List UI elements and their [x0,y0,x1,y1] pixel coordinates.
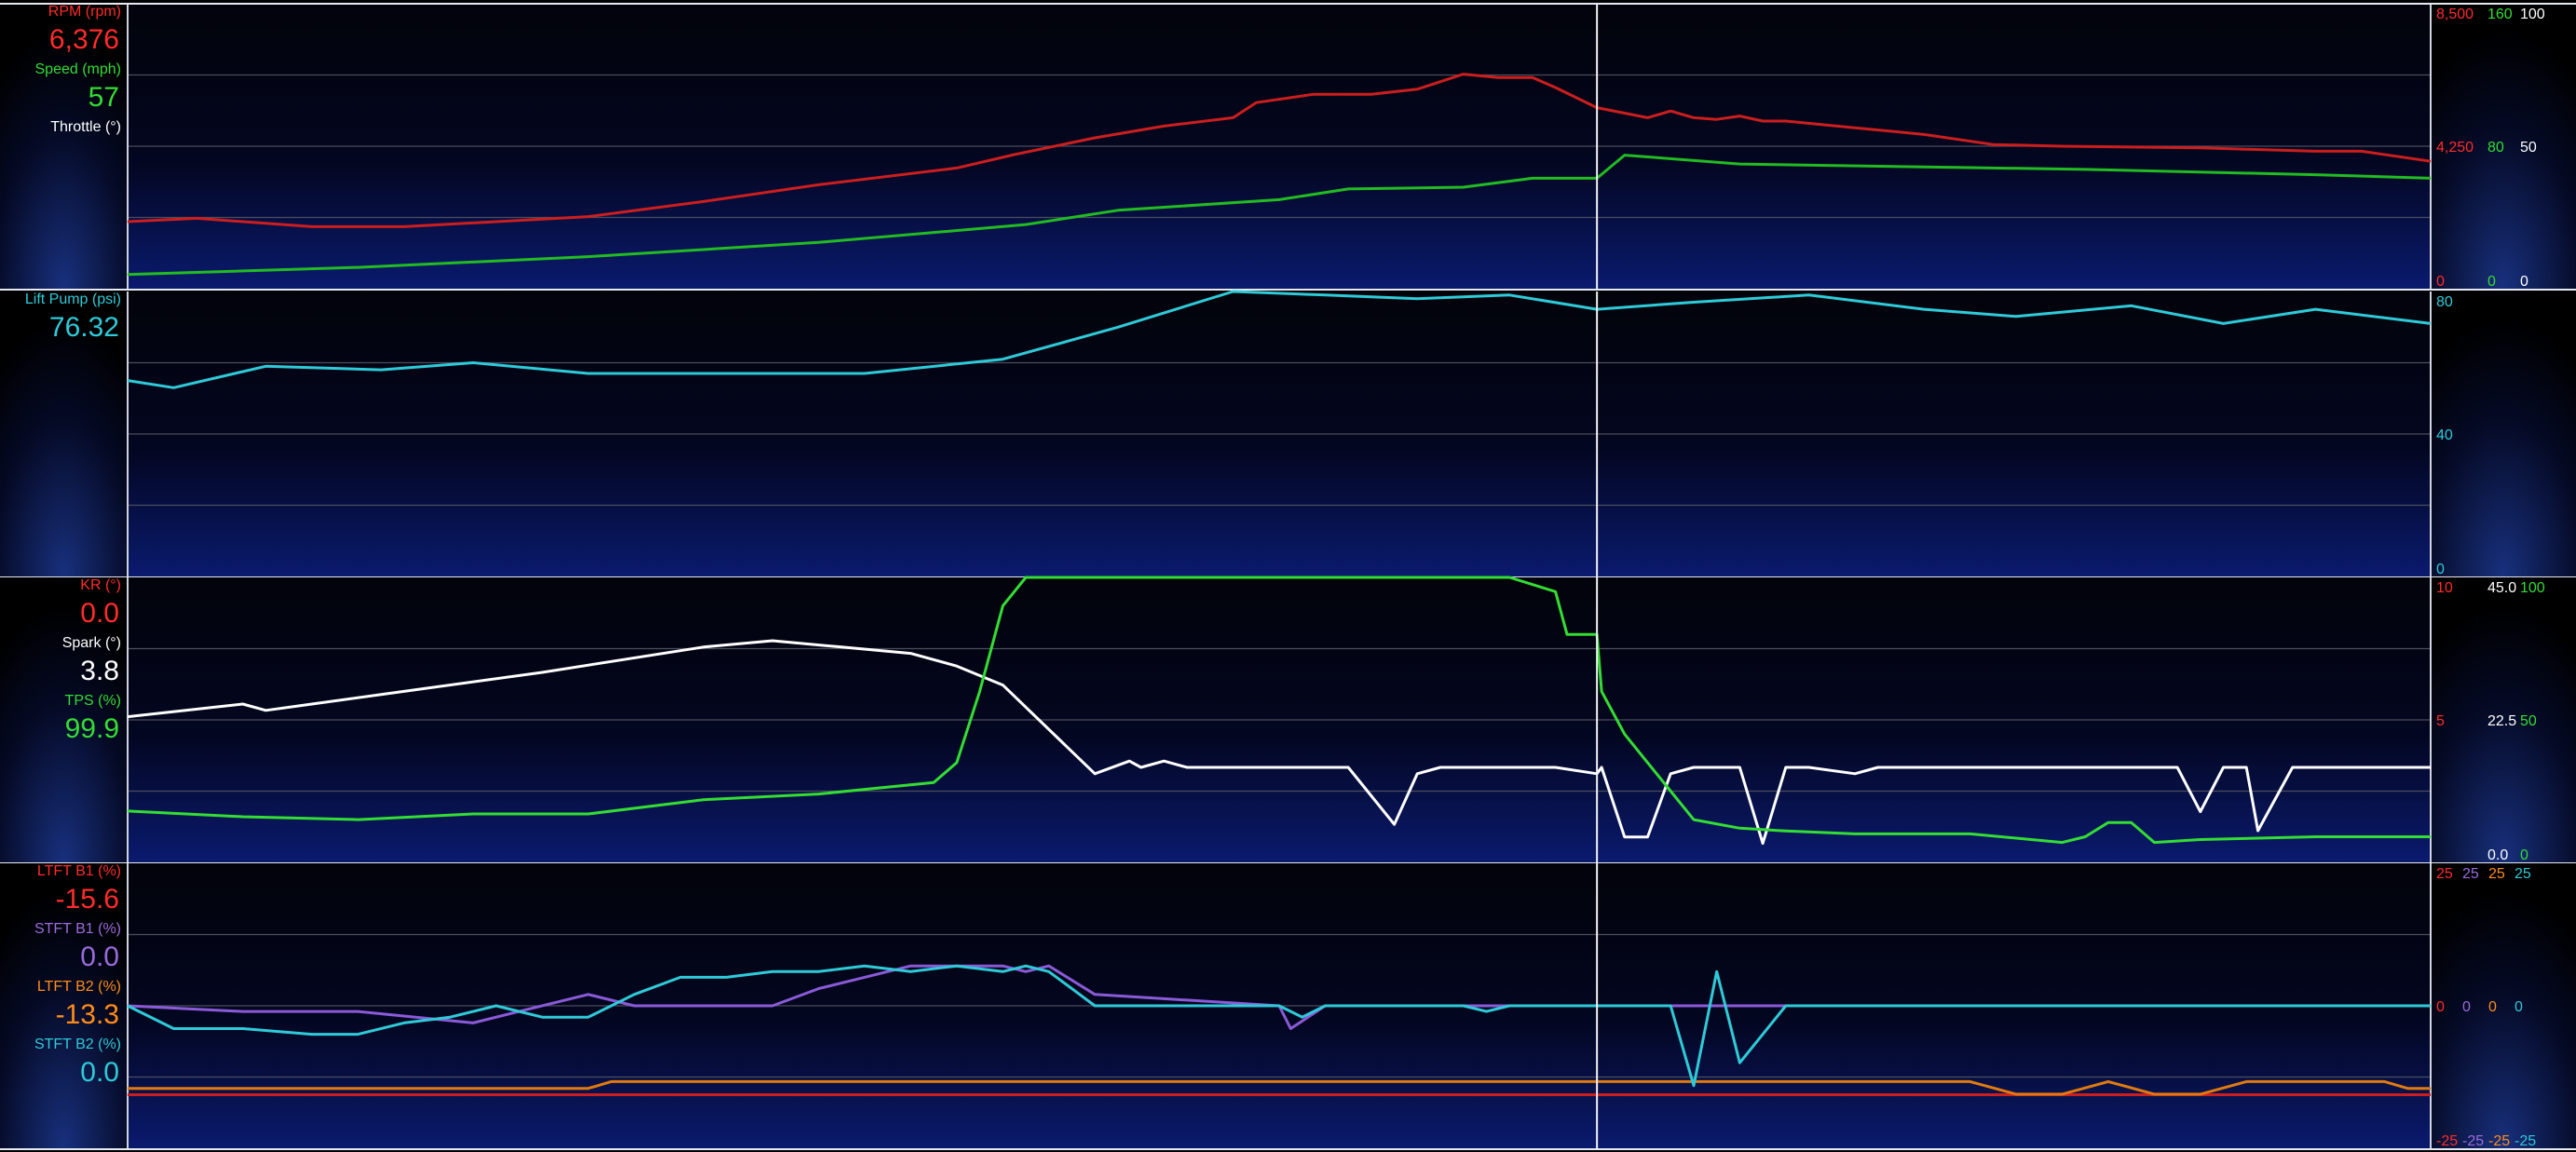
scale-tick-label: 0 [2487,274,2496,290]
channel-value: 0.0 [80,598,119,629]
channel-value: 76.32 [49,312,119,343]
channel-value: 99.9 [65,713,119,744]
scale-tick-label: 0 [2515,999,2523,1015]
channel-name: STFT B1 (%) [34,921,121,937]
chart-panel-3[interactable]: KR (°) 0.0 Spark (°) 3.8 TPS (%) 99.9 10 5 45.0 2… [0,576,2576,864]
channel-value: 0.0 [80,1057,119,1088]
channel-name: Speed (mph) [35,61,122,77]
chart-panel-2[interactable]: Lift Pump (psi) 76.32 80 40 0 [0,290,2576,578]
scale-tick-label: 0 [2436,562,2445,577]
channel-value: -15.6 [56,884,119,915]
channel-name: LTFT B1 (%) [37,863,121,879]
scale-tick-label: 100 [2520,7,2545,22]
scale-tick-label: 0.0 [2487,847,2508,863]
scale-tick-label: -25 [2462,1133,2484,1149]
channel-name: Lift Pump (psi) [25,291,121,307]
scale-tick-label: 0 [2436,999,2445,1015]
scale-tick-label: 50 [2520,713,2537,729]
scale-tick-label: 5 [2436,713,2445,729]
scale-tick-label: 0 [2520,274,2528,290]
scale-tick-label: 25 [2488,866,2505,882]
scale-tick-label: 0 [2462,999,2471,1015]
channel-name: Spark (°) [62,635,121,651]
channel-name: TPS (%) [65,693,121,709]
scale-tick-label: 0 [2436,274,2445,290]
channel-name: RPM (rpm) [48,4,121,20]
right-scale-bg [2431,863,2576,1148]
channel-value: 0.0 [80,942,119,972]
scale-tick-label: 50 [2520,140,2537,156]
channel-name: STFT B2 (%) [34,1037,121,1052]
channel-value: -13.3 [56,999,119,1030]
scale-tick-label: -25 [2436,1133,2458,1149]
chart-panel-4[interactable]: LTFT B1 (%) -15.6 STFT B1 (%) 0.0 LTFT B2 (%… [0,863,2576,1150]
scale-tick-label: -25 [2488,1133,2510,1149]
channel-name: Throttle (°) [50,119,121,135]
scale-tick-label: 160 [2487,7,2513,22]
channel-name: KR (°) [80,577,121,593]
chart-panel-1[interactable]: RPM (rpm) 6,376 Speed (mph) 57 Throttle (°) 8… [0,4,2576,291]
scale-tick-label: 40 [2436,427,2453,443]
scale-tick-label: 45.0 [2487,580,2516,596]
scale-tick-label: 10 [2436,580,2453,596]
channel-value: 3.8 [80,656,119,686]
scale-tick-label: 25 [2462,866,2479,882]
channel-value: 6,376 [49,24,119,55]
channel-name: LTFT B2 (%) [37,979,121,995]
scale-tick-label: 80 [2487,140,2504,156]
scale-tick-label: 4,250 [2436,140,2474,156]
scale-tick-label: 25 [2436,866,2453,882]
scale-tick-label: 0 [2488,999,2497,1015]
scale-tick-label: 25 [2515,866,2531,882]
scale-tick-label: 0 [2520,847,2528,863]
datalog-chart[interactable]: RPM (rpm) 6,376 Speed (mph) 57 Throttle (°) 8… [0,0,2576,1152]
scale-tick-label: 22.5 [2487,713,2516,729]
scale-tick-label: -25 [2515,1133,2536,1149]
scale-tick-label: 100 [2520,580,2545,596]
scale-tick-label: 8,500 [2436,7,2474,22]
scale-tick-label: 80 [2436,294,2453,310]
channel-value: 57 [89,82,119,113]
